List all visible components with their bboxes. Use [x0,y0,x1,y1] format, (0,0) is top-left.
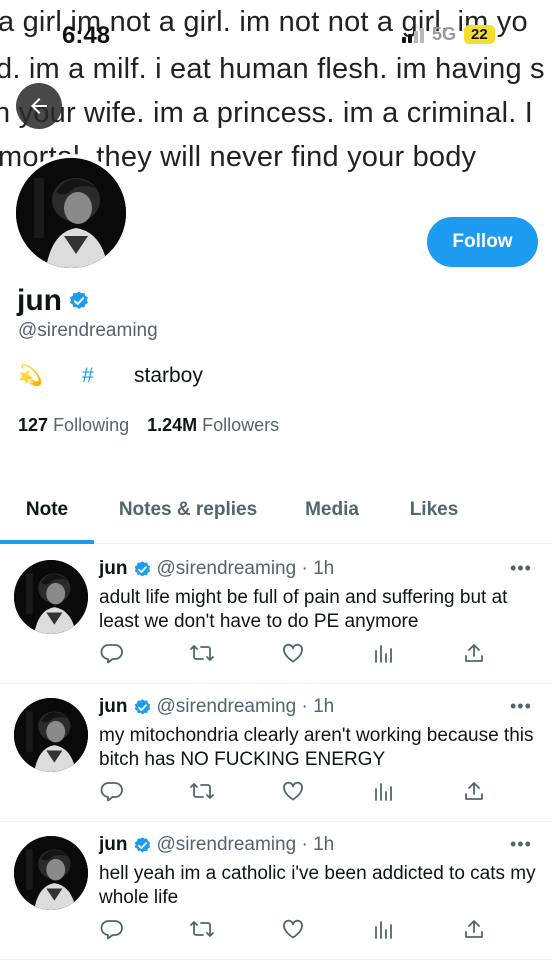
verified-badge-icon [134,698,150,714]
banner-text-line: h your wife. im a princess. im a crimina… [0,97,533,129]
following-label: Following [53,415,130,435]
tweet-text: adult life might be full of pain and suf… [99,587,508,632]
views-button[interactable] [370,640,396,666]
profile-stats: 127 Following 1.24M Followers [18,415,279,436]
avatar-image [14,560,88,634]
share-button[interactable] [461,916,487,942]
tweet-actions [99,778,499,806]
reply-button[interactable] [99,640,125,666]
heart-icon [283,919,303,939]
tweet-avatar[interactable] [14,698,88,772]
analytics-icon [375,783,392,801]
analytics-icon [375,921,392,939]
share-button[interactable] [461,778,487,804]
tweet-header: jun @sirendreaming · 1h [99,834,334,856]
tweet-meta: @sirendreaming · 1h [156,696,335,717]
dizzy-emoji: 💫 [18,365,43,387]
tweet-header: jun @sirendreaming · 1h [99,696,334,718]
verified-badge-icon [134,560,150,576]
bio-hash[interactable]: # [82,364,134,388]
tweet-actions [99,640,499,668]
retweet-button[interactable] [189,778,215,804]
analytics-icon [375,645,392,663]
verified-badge-icon [70,291,88,309]
heart-icon [283,781,303,801]
like-button[interactable] [280,916,306,942]
signal-icon [402,27,424,43]
tweet-avatar[interactable] [14,560,88,634]
tweet-avatar[interactable] [14,836,88,910]
avatar-image [14,698,88,772]
tweet-actions [99,916,499,944]
tab-label: Note [25,499,69,520]
banner-text-line: d. im a milf. i eat human flesh. im havi… [0,53,545,85]
tab-label: Media [305,499,359,520]
retweet-icon [190,921,214,937]
tweet[interactable]: jun @sirendreaming · 1h ••• my mitochond… [0,684,552,822]
active-tab-indicator [0,540,94,544]
tab-notes-replies[interactable]: Notes & replies [94,488,282,543]
profile-tabs: Note Notes & replies Media Likes [0,488,552,544]
profile-avatar[interactable] [12,154,130,272]
tweet[interactable]: jun @sirendreaming · 1h ••• hell yeah im… [0,822,552,960]
verified-badge-icon [134,836,150,852]
more-options-button[interactable]: ••• [510,558,532,579]
views-button[interactable] [370,778,396,804]
share-icon [465,782,483,800]
tab-label: Likes [409,499,459,520]
back-button[interactable] [16,83,62,129]
followers-count: 1.24M [147,415,198,435]
tab-note[interactable]: Note [0,488,94,544]
follow-button[interactable]: Follow [427,217,538,267]
reply-button[interactable] [99,916,125,942]
retweet-button[interactable] [189,916,215,942]
share-button[interactable] [461,640,487,666]
tweet-author-name[interactable]: jun [99,834,128,856]
tweet-meta: @sirendreaming · 1h [156,558,335,579]
tweet-author-name[interactable]: jun [99,696,128,718]
following-link[interactable]: 127 Following [18,415,129,436]
like-button[interactable] [280,778,306,804]
tweet-author-name[interactable]: jun [99,558,128,580]
reply-icon [100,920,123,940]
status-indicators: 5G 22 [402,24,495,45]
tab-label: Notes & replies [118,499,258,520]
more-options-button[interactable]: ••• [510,696,532,717]
more-options-button[interactable]: ••• [510,834,532,855]
heart-icon [283,643,303,663]
network-type: 5G [432,24,457,44]
followers-link[interactable]: 1.24M Followers [147,415,279,436]
profile-name-text: jun [17,284,62,317]
tweet-meta: @sirendreaming · 1h [156,834,335,855]
reply-button[interactable] [99,778,125,804]
tweet[interactable]: jun @sirendreaming · 1h ••• adult life m… [0,546,552,684]
reply-icon [100,782,123,802]
like-button[interactable] [280,640,306,666]
tweet-text: hell yeah im a catholic i've been addict… [99,863,536,908]
share-icon [465,644,483,662]
bio-text: starboy [134,363,203,387]
profile-name: jun [17,284,90,318]
tab-likes[interactable]: Likes [382,488,486,543]
tweet-header: jun @sirendreaming · 1h [99,558,334,580]
profile-bio: 💫 # starboy [18,363,203,388]
tab-media[interactable]: Media [282,488,382,543]
avatar-image [16,158,126,268]
views-button[interactable] [370,916,396,942]
share-icon [465,920,483,938]
arrow-left-icon [31,98,47,114]
following-count: 127 [18,415,49,435]
reply-icon [100,644,123,664]
followers-label: Followers [202,415,280,435]
tweet-text: my mitochondria clearly aren't working b… [99,725,534,770]
profile-handle: @sirendreaming [18,320,158,341]
status-time: 6:48 [62,22,111,49]
battery-level: 22 [464,25,495,44]
retweet-button[interactable] [189,640,215,666]
avatar-image [14,836,88,910]
retweet-icon [190,645,214,661]
retweet-icon [190,783,214,799]
